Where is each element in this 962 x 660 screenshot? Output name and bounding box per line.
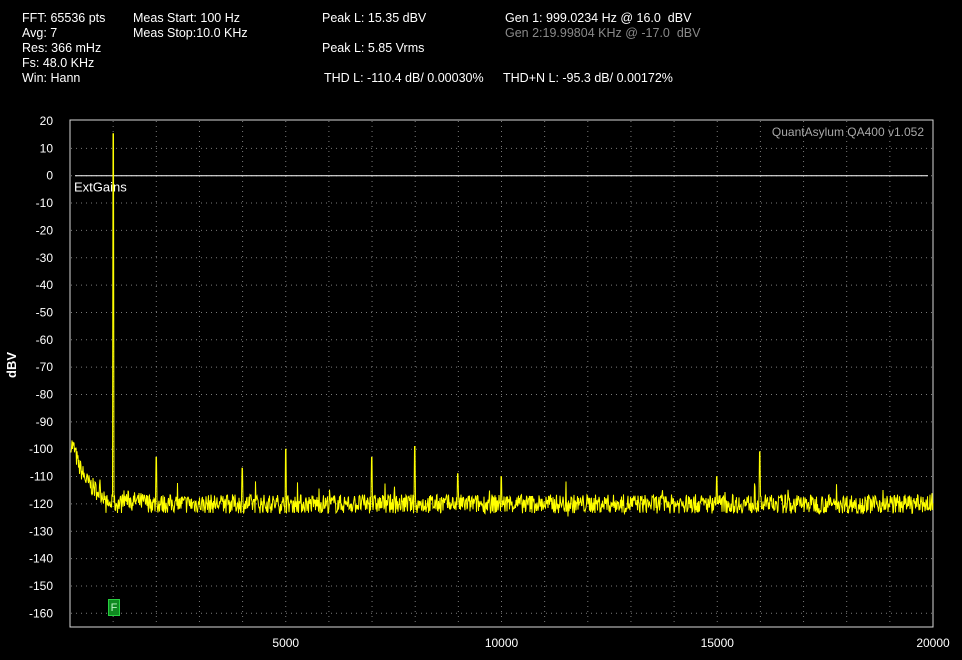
- y-tick-label: -150: [29, 579, 53, 593]
- frequency-marker[interactable]: F: [108, 599, 120, 616]
- y-tick-label: -60: [36, 333, 54, 347]
- y-tick-label: 20: [40, 114, 54, 128]
- y-tick-label: -110: [30, 470, 53, 484]
- y-tick-label: -80: [36, 388, 54, 402]
- y-tick-label: -120: [29, 497, 53, 511]
- y-tick-label: -90: [36, 415, 54, 429]
- y-tick-label: 0: [46, 169, 53, 183]
- y-tick-label: -40: [36, 278, 54, 292]
- y-tick-label: -130: [29, 524, 53, 538]
- y-tick-label: -10: [36, 196, 54, 210]
- watermark-label: QuantAsylum QA400 v1.052: [772, 125, 924, 139]
- x-tick-label: 10000: [485, 636, 519, 650]
- y-tick-label: -160: [29, 606, 53, 620]
- spectrum-chart: 20 10 0 -10 -20 -30 -40 -50 -60 -70 -80 -90 -100 -110…: [29, 114, 950, 650]
- x-tick-label: 20000: [916, 636, 950, 650]
- reference-line-label: ExtGains: [74, 180, 127, 195]
- y-tick-label: -30: [36, 251, 54, 265]
- y-axis-label: dBV: [4, 352, 19, 378]
- y-tick-label: -50: [36, 305, 54, 319]
- x-tick-label: 5000: [272, 636, 299, 650]
- y-tick-label: -70: [36, 360, 54, 374]
- y-tick-label: -100: [29, 442, 53, 456]
- y-tick-label: -20: [36, 223, 54, 237]
- y-tick-label: -140: [29, 552, 53, 566]
- x-tick-label: 15000: [701, 636, 735, 650]
- y-tick-label: 10: [40, 141, 54, 155]
